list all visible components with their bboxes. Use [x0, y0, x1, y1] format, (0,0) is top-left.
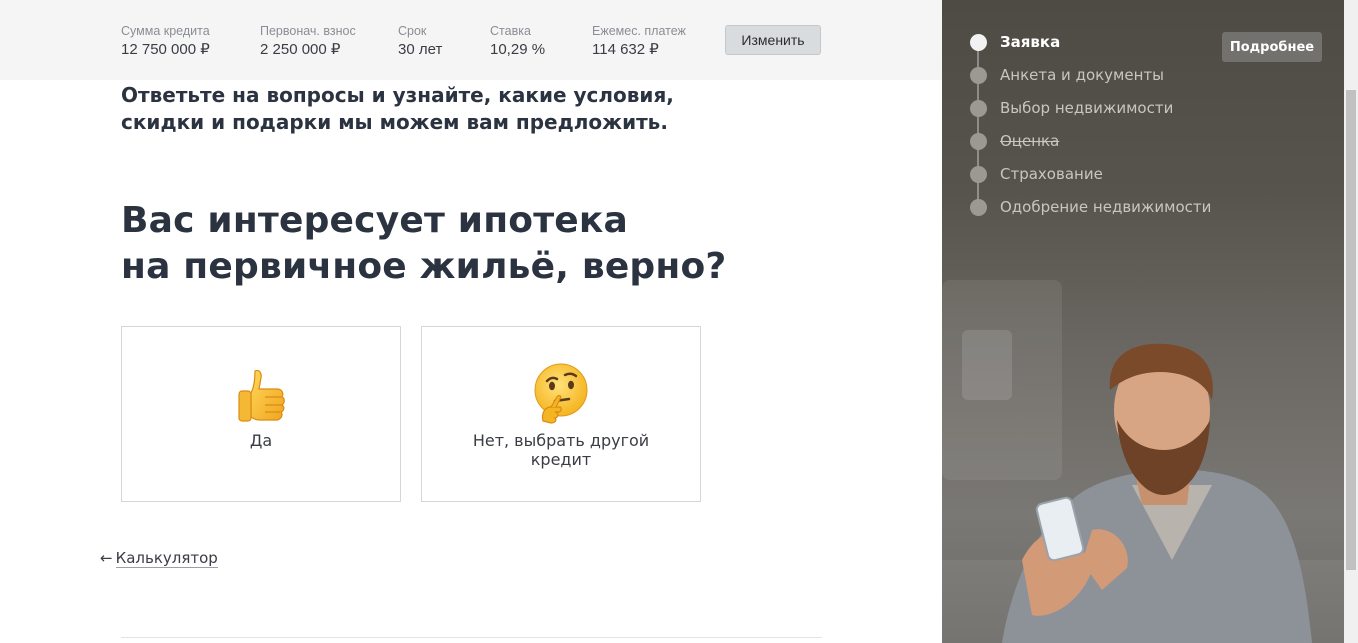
step-label: Выбор недвижимости — [1000, 99, 1174, 117]
step-property-selection[interactable]: Выбор недвижимости — [970, 96, 1173, 120]
intro-text: Ответьте на вопросы и узнайте, какие усл… — [121, 83, 674, 134]
step-dot — [970, 66, 987, 84]
step-questionnaire[interactable]: Анкета и документы — [970, 63, 1164, 87]
summary-label: Сумма кредита — [121, 24, 210, 38]
summary-monthly-payment: Ежемес. платеж 114 632 ₽ — [592, 23, 686, 60]
step-dot — [970, 165, 987, 183]
man-with-phone-photo — [1002, 343, 1312, 643]
divider — [121, 637, 822, 638]
scrollbar[interactable] — [1344, 0, 1358, 643]
step-property-approval[interactable]: Одобрение недвижимости — [970, 195, 1211, 219]
step-dot — [970, 198, 987, 216]
summary-term: Срок 30 лет — [398, 23, 442, 60]
summary-value: 12 750 000 ₽ — [121, 41, 210, 58]
details-button[interactable]: Подробнее — [1222, 32, 1322, 62]
step-label: Одобрение недвижимости — [1000, 198, 1212, 216]
summary-value: 114 632 ₽ — [592, 41, 659, 58]
summary-label: Первонач. взнос — [260, 24, 356, 38]
summary-label: Ставка — [490, 24, 531, 38]
option-no-label: Нет, выбрать другой кредит — [472, 431, 650, 469]
question-line: Вас интересует ипотека — [121, 200, 629, 241]
option-yes-card[interactable]: Да — [121, 326, 401, 502]
summary-label: Срок — [398, 24, 427, 38]
back-link-label: Калькулятор — [115, 549, 218, 568]
summary-value: 30 лет — [398, 41, 443, 58]
arrow-left-icon: ← — [100, 549, 113, 567]
step-label: Страхование — [1000, 165, 1103, 183]
step-dot — [970, 99, 987, 117]
summary-value: 2 250 000 ₽ — [260, 41, 341, 58]
scrollbar-thumb[interactable] — [1346, 90, 1356, 570]
step-label: Оценка — [1000, 132, 1060, 150]
back-to-calculator-link[interactable]: ← Калькулятор — [100, 549, 218, 568]
summary-value: 10,29 % — [490, 41, 546, 58]
question-heading: Вас интересует ипотека на первичное жиль… — [121, 198, 821, 290]
step-application[interactable]: Заявка — [970, 30, 1060, 54]
summary-loan-amount: Сумма кредита 12 750 000 ₽ — [121, 23, 210, 60]
step-dot — [970, 132, 987, 150]
summary-down-payment: Первонач. взнос 2 250 000 ₽ — [260, 23, 356, 60]
step-insurance[interactable]: Страхование — [970, 162, 1103, 186]
thinking-face-icon — [534, 363, 588, 424]
thumbs-up-icon — [238, 369, 285, 422]
summary-rate: Ставка 10,29 % — [490, 23, 545, 60]
option-yes-label: Да — [249, 431, 273, 450]
step-label: Анкета и документы — [1000, 66, 1164, 84]
step-dot — [970, 33, 987, 51]
step-label: Заявка — [1000, 33, 1061, 51]
step-valuation[interactable]: Оценка — [970, 129, 1059, 153]
change-button[interactable]: Изменить — [725, 25, 821, 55]
loan-summary-bar: Сумма кредита 12 750 000 ₽ Первонач. взн… — [0, 0, 942, 80]
option-no-card[interactable]: Нет, выбрать другой кредит — [421, 326, 701, 502]
summary-label: Ежемес. платеж — [592, 24, 686, 38]
question-line: на первичное жильё, верно? — [121, 246, 727, 287]
